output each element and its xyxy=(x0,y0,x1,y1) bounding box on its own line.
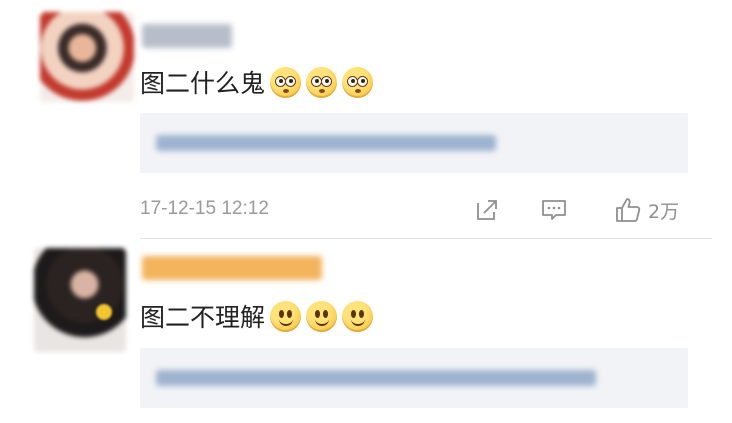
reply-button[interactable] xyxy=(540,196,568,224)
like-count: 2万 xyxy=(648,200,680,223)
comment-text: 图二不理解 xyxy=(140,296,374,336)
comment-footer: 17-12-15 12:12 2万 xyxy=(140,196,690,224)
flushed-face-icon xyxy=(342,66,374,98)
share-icon xyxy=(477,200,497,220)
avatar[interactable] xyxy=(40,12,134,102)
comment-item: 图二什么鬼 17-12-15 12:12 2万 xyxy=(0,0,732,240)
slightly-smiling-face-icon xyxy=(306,300,338,332)
reply-preview-blurred xyxy=(156,135,496,151)
comment-body: 图二什么鬼 xyxy=(140,69,266,98)
reply-preview[interactable] xyxy=(140,348,688,408)
avatar[interactable] xyxy=(34,248,126,352)
like-button[interactable]: 2万 xyxy=(614,196,679,224)
reply-preview-blurred xyxy=(156,370,596,386)
comment-icon xyxy=(542,200,566,220)
comment-item: 图二不理解 xyxy=(0,240,732,423)
username-blurred[interactable] xyxy=(142,24,232,48)
divider xyxy=(140,238,712,239)
slightly-smiling-face-icon xyxy=(342,300,374,332)
slightly-smiling-face-icon xyxy=(270,300,302,332)
verified-badge-icon xyxy=(96,304,112,320)
comment-text: 图二什么鬼 xyxy=(140,62,374,102)
timestamp: 17-12-15 12:12 xyxy=(140,198,269,219)
flushed-face-icon xyxy=(270,66,302,98)
comment-list: 图二什么鬼 17-12-15 12:12 2万 图二不理解 xyxy=(0,0,732,423)
flushed-face-icon xyxy=(306,66,338,98)
username-blurred[interactable] xyxy=(142,256,322,280)
share-button[interactable] xyxy=(474,196,500,224)
reply-preview[interactable] xyxy=(140,113,688,173)
comment-body: 图二不理解 xyxy=(140,303,266,332)
thumbs-up-icon xyxy=(616,198,641,222)
